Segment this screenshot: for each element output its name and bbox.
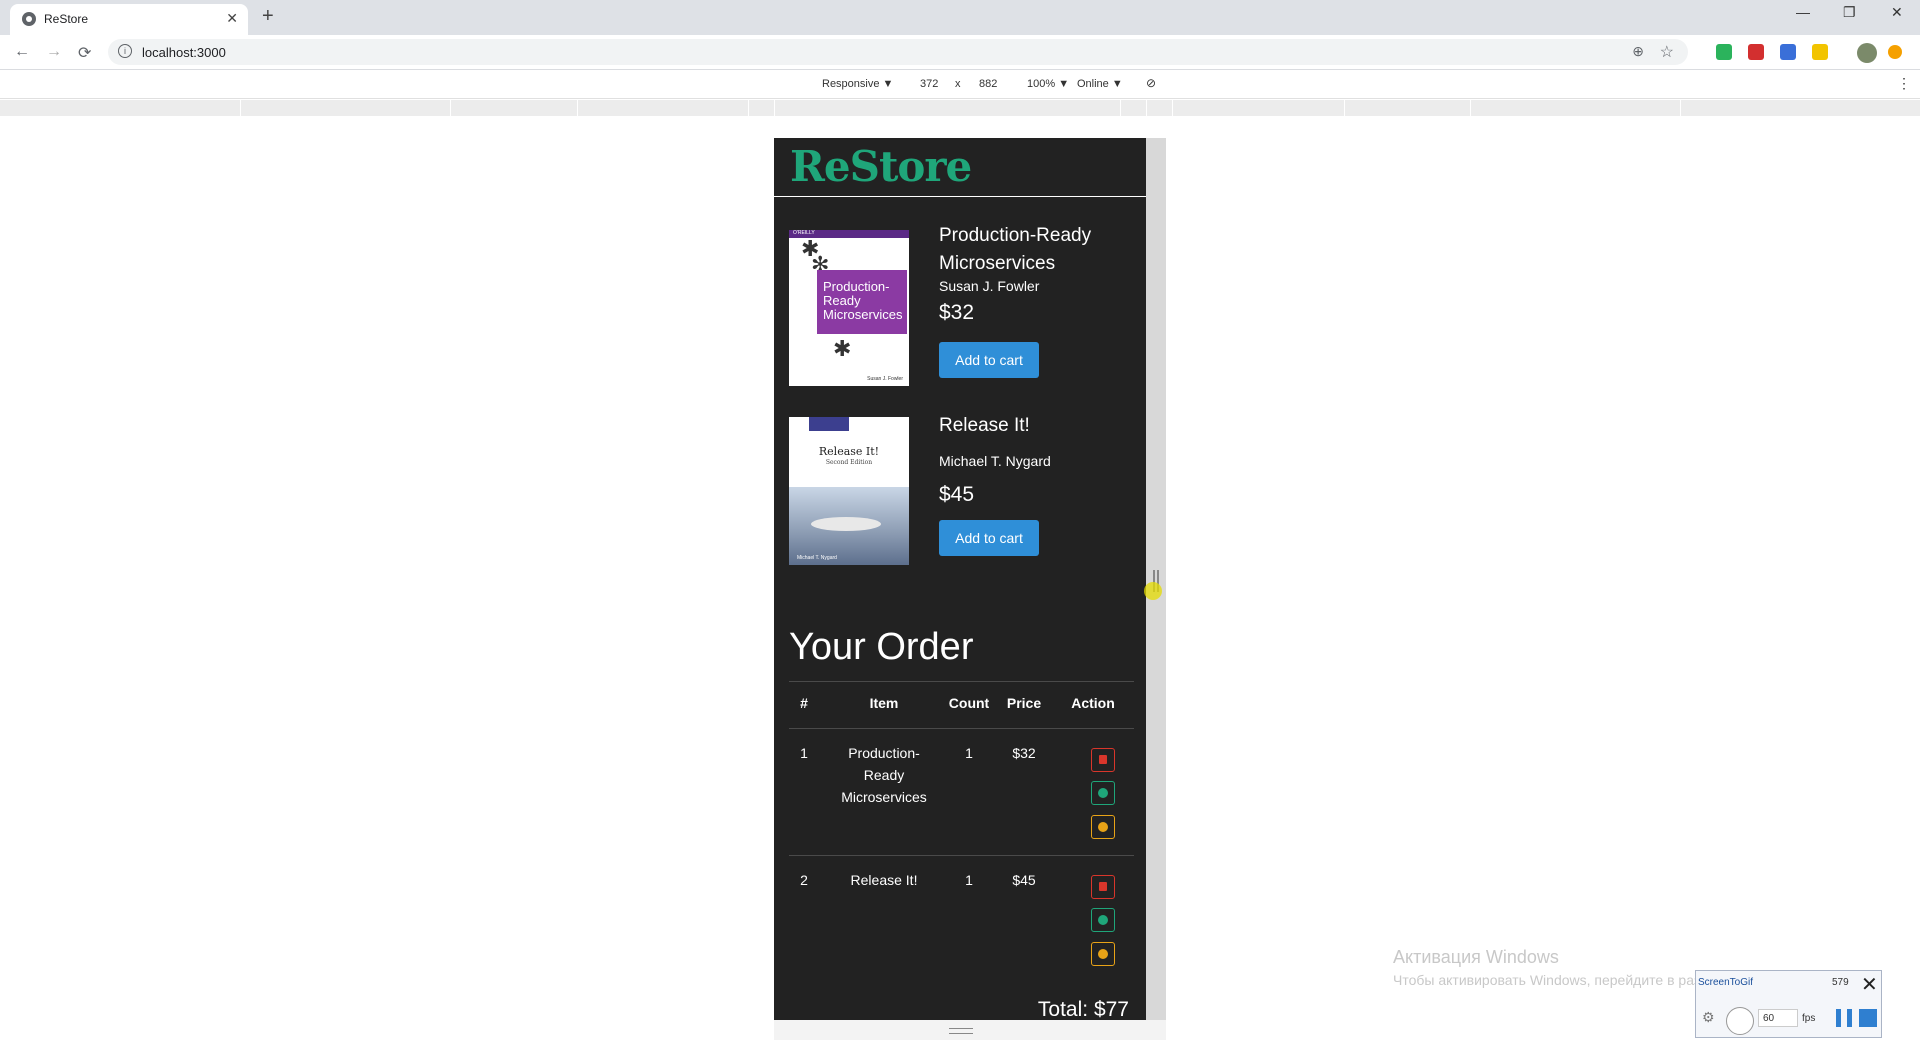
new-tab-button[interactable]: + [262,5,274,28]
table-top-rule [789,681,1134,682]
minus-circle-icon [1098,822,1108,832]
header-divider [774,196,1146,197]
network-select[interactable]: Online ▼ [1077,78,1123,90]
column-header: Action [1071,695,1115,711]
bookmark-star-icon[interactable]: ☆ [1660,42,1674,62]
column-header: # [800,695,808,711]
restore-button[interactable]: ❐ [1843,4,1856,21]
media-extension-icon[interactable] [1748,44,1764,60]
decrease-count-button[interactable] [1091,815,1115,839]
product-author: Michael T. Nygard [939,453,1051,469]
viewport-height-input[interactable]: 882 [979,78,997,90]
minimize-button[interactable]: — [1796,4,1810,20]
gear-icon[interactable]: ⚙ [1702,1009,1715,1026]
picker-extension-icon[interactable] [1812,44,1828,60]
order-total: Total: $77 [1037,998,1129,1020]
brand-logo[interactable]: ReStore [790,142,972,191]
row-item: Production-Ready Microservices [841,745,927,805]
column-header: Count [948,695,990,711]
close-window-button[interactable]: ✕ [1891,4,1903,21]
product-price: $32 [939,301,975,324]
increase-count-button[interactable] [1091,908,1115,932]
recorder-widget: ScreenToGif 579 ✕ ⚙ 60 fps [1695,970,1882,1038]
device-menu-icon[interactable]: ⋮ [1897,75,1911,92]
increase-count-button[interactable] [1091,781,1115,805]
dimension-separator: x [955,78,961,90]
profile-avatar[interactable] [1857,43,1877,63]
browser-tab[interactable]: ReStore ✕ [10,4,248,35]
viewport-resize-handle[interactable] [1144,570,1166,602]
trash-icon [1099,755,1107,764]
reload-icon[interactable]: ⟳ [78,43,91,63]
trash-icon [1099,882,1107,891]
globe-icon [22,12,36,26]
viewport-width-input[interactable]: 372 [920,78,938,90]
device-select[interactable]: Responsive ▼ [822,78,893,90]
tab-title: ReStore [44,12,89,26]
forward-icon[interactable]: → [46,43,62,61]
row-item: Release It! [850,872,918,888]
product-cover-1: O'REILLY ✱ ✻ Production-Ready Microservi… [789,230,909,386]
zoom-icon[interactable]: ⊕ [1632,43,1644,60]
tab-close-icon[interactable]: ✕ [226,10,238,27]
table-header-rule [789,728,1134,729]
back-icon[interactable]: ← [14,43,30,61]
info-icon[interactable]: i [118,44,132,58]
minus-circle-icon [1098,949,1108,959]
row-count: 1 [965,872,973,888]
row-price: $45 [1012,872,1036,888]
record-button[interactable] [1726,1007,1754,1035]
cursor-highlight [1144,582,1162,600]
address-bar[interactable]: i localhost:3000 ⊕ ☆ [108,39,1688,65]
recorder-name: ScreenToGif [1698,977,1754,988]
recorder-close-icon[interactable]: ✕ [1861,972,1878,997]
insect-icon: ✱ [833,336,852,361]
device-toolbar: Responsive ▼ 372 x 882 100% ▼ Online ▼ ⊘… [0,70,1920,99]
plus-circle-icon [1098,788,1108,798]
order-heading: Your Order [789,626,974,668]
product-cover-2: Release It! Second Edition Michael T. Ny… [789,417,909,565]
row-price: $32 [1012,745,1036,761]
row-divider [789,855,1134,856]
product-price: $45 [939,483,975,506]
row-number: 1 [800,745,808,761]
column-header: Price [1006,695,1042,711]
translate-extension-icon[interactable] [1780,44,1796,60]
delete-item-button[interactable] [1091,748,1115,772]
decrease-count-button[interactable] [1091,942,1115,966]
column-header: Item [869,695,899,711]
product-title[interactable]: Release It! [939,412,1139,440]
plus-circle-icon [1098,915,1108,925]
fps-input[interactable]: 60 [1758,1009,1798,1027]
zoom-select[interactable]: 100% ▼ [1027,78,1069,90]
update-icon[interactable] [1888,45,1902,59]
activation-watermark-title: Активация Windows [1393,947,1559,967]
viewport-bottom-resizer[interactable] [774,1020,1166,1040]
stop-icon[interactable] [1859,1009,1877,1027]
tab-strip: ReStore ✕ + — ❐ ✕ [0,0,1920,35]
add-to-cart-button[interactable]: Add to cart [939,342,1039,378]
shield-extension-icon[interactable] [1716,44,1732,60]
url-text[interactable]: localhost:3000 [142,45,226,60]
recorder-frame-count: 579 [1832,977,1849,988]
fps-label: fps [1802,1013,1816,1024]
add-to-cart-button[interactable]: Add to cart [939,520,1039,556]
row-count: 1 [965,745,973,761]
airplane-icon [811,517,881,531]
media-query-ruler[interactable] [0,100,1920,116]
rotate-icon[interactable]: ⊘ [1146,76,1156,90]
browser-toolbar: ← → ⟳ i localhost:3000 ⊕ ☆ [0,35,1920,70]
pause-icon[interactable] [1836,1009,1852,1027]
row-number: 2 [800,872,808,888]
product-author: Susan J. Fowler [939,278,1040,294]
product-title[interactable]: Production-Ready Microservices [939,222,1139,278]
app-viewport: ReStore O'REILLY ✱ ✻ Production-Ready Mi… [774,138,1146,1020]
delete-item-button[interactable] [1091,875,1115,899]
